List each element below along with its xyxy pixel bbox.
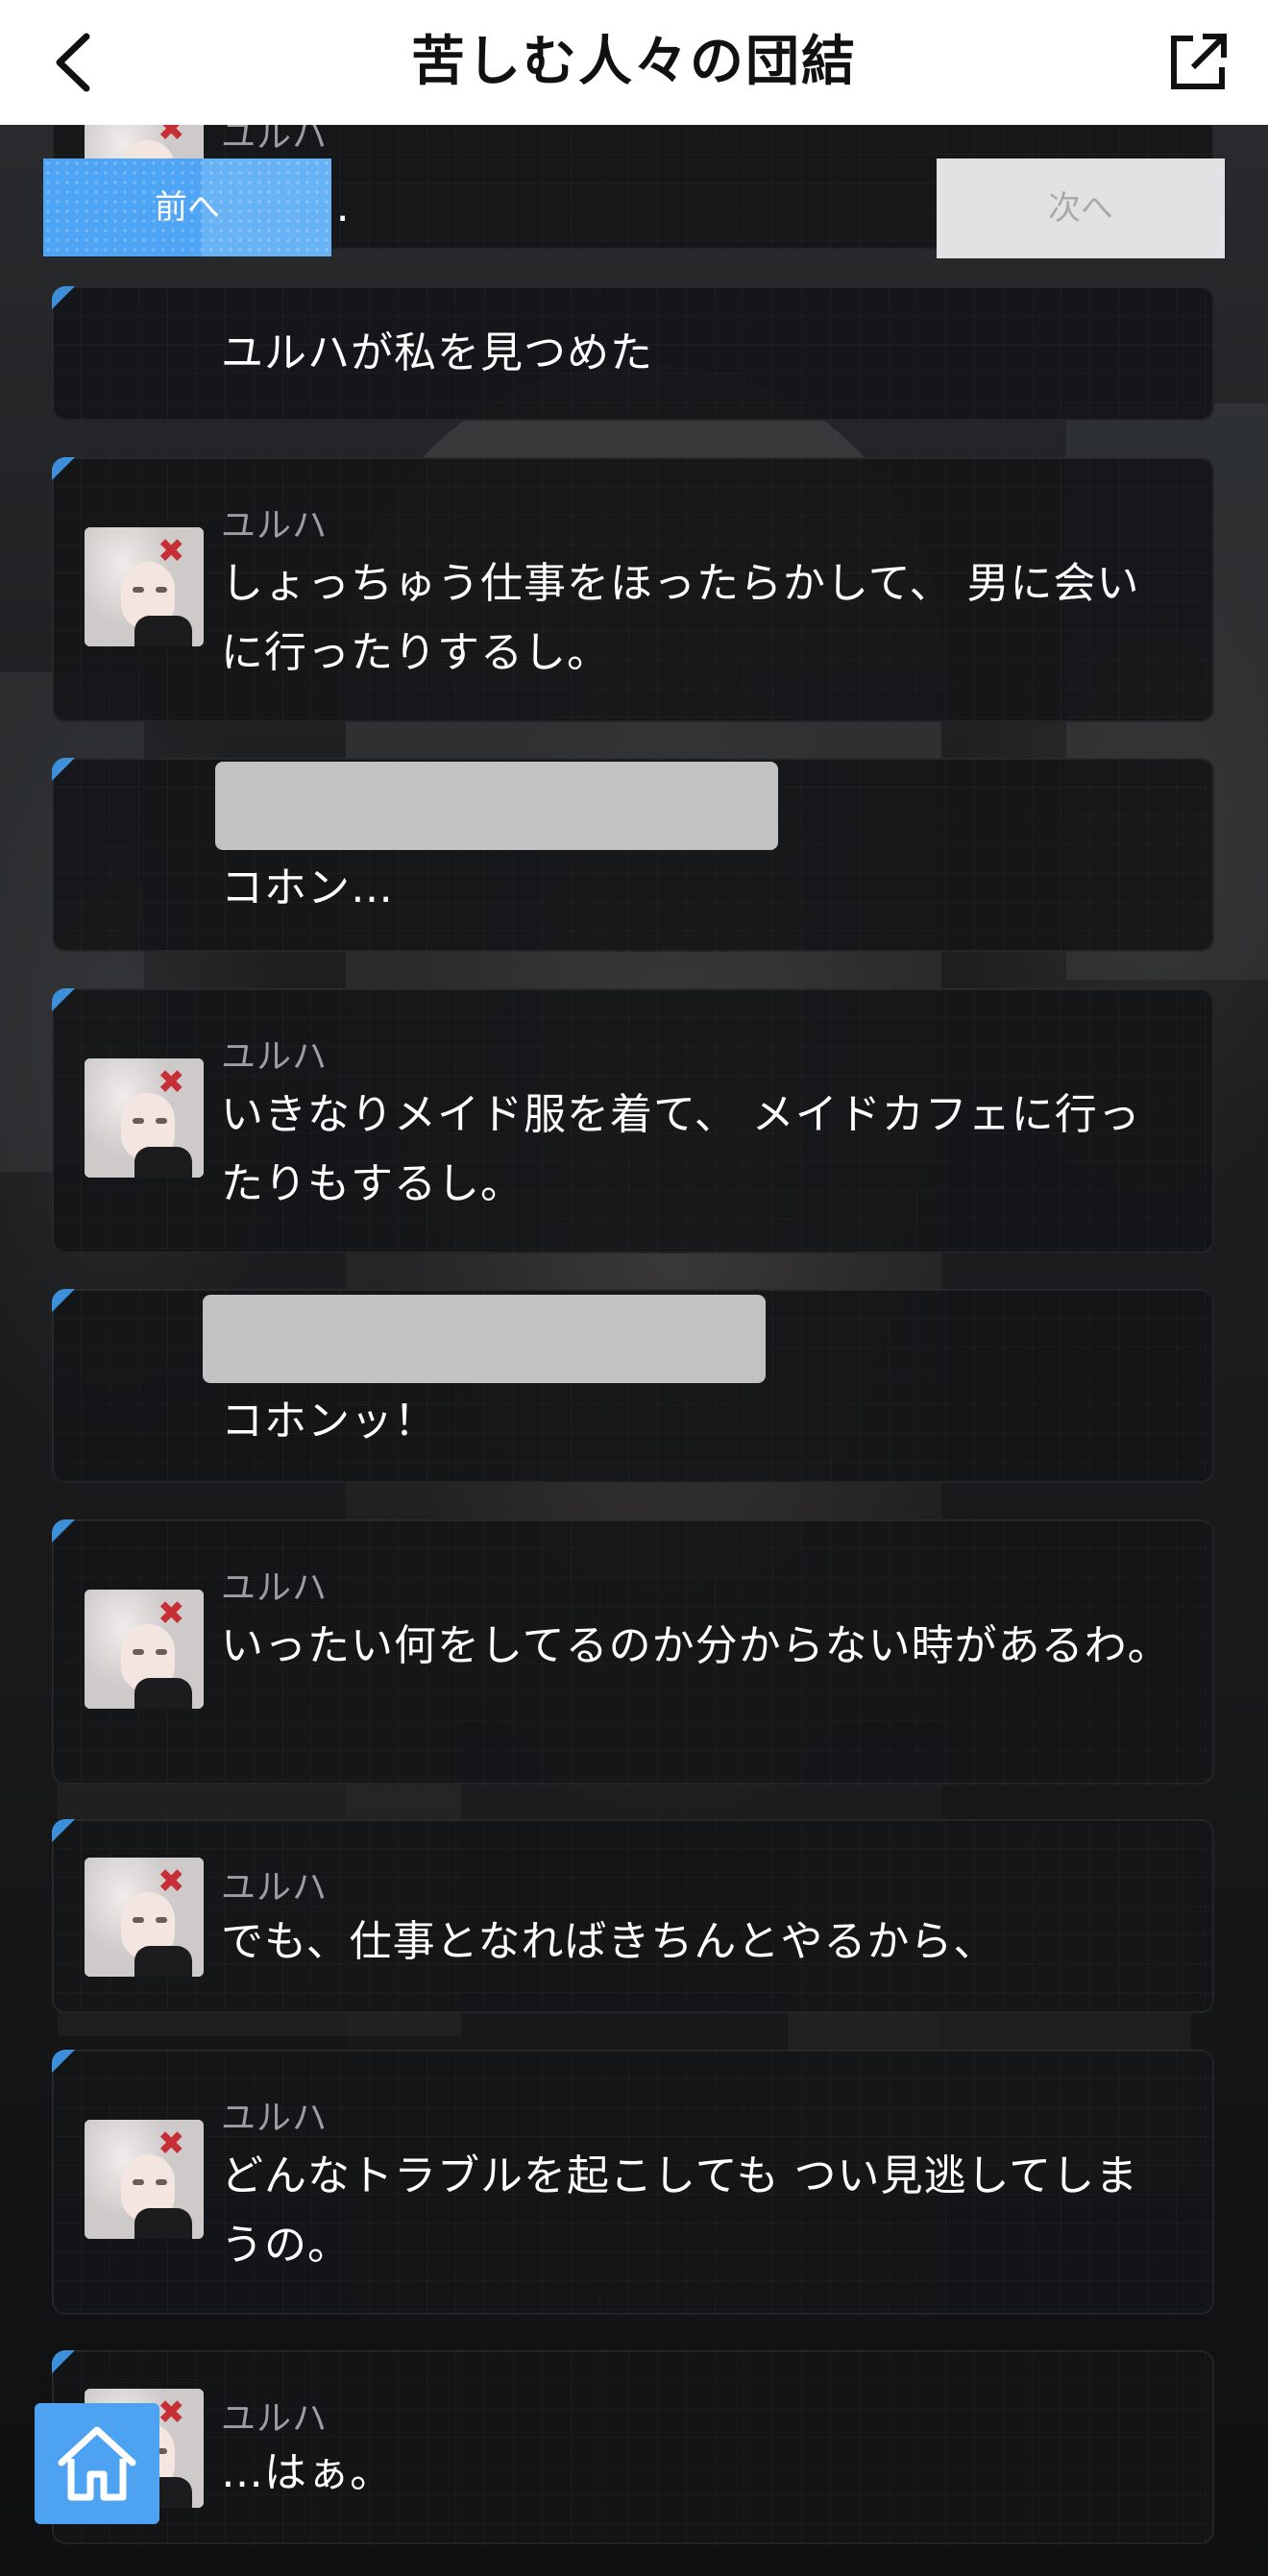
dialogue-card: ✖ ユルハ でも、仕事となればきちんとやるから、 (52, 1819, 1214, 2013)
dialogue-card: ユルハが私を見つめた (52, 286, 1214, 421)
speaker-name: ユルハ (221, 2099, 329, 2138)
dialogue-text: しょっちゅう仕事をほったらかして、 男に会いに行ったりするし。 (221, 559, 1140, 677)
avatar: ✖ (85, 2120, 204, 2239)
dialogue-card: ✖ ユルハ …はぁ。 (52, 2350, 1214, 2544)
dialogue-card: コホン… (52, 758, 1214, 952)
home-icon (58, 2426, 136, 2501)
dialogue-text: コホンッ！ (221, 1397, 437, 1446)
redacted-name-box (203, 1295, 766, 1383)
dialogue-card: ✖ ユルハ どんなトラブルを起こしても つい見逃してしまうの。 (52, 2050, 1214, 2315)
avatar: ✖ (85, 527, 204, 646)
dialogue-text: いきなりメイド服を着て、 メイドカフェに行ったりもするし。 (221, 1090, 1141, 1208)
prev-button[interactable]: 前へ (43, 158, 331, 256)
avatar: ✖ (85, 1590, 204, 1709)
dialogue-text: …はぁ。 (221, 2448, 394, 2497)
chevron-left-icon[interactable] (44, 29, 111, 96)
dialogue-text: でも、仕事となればきちんとやるから、 (221, 1917, 997, 1966)
home-button[interactable] (35, 2403, 159, 2524)
dialogue-text: どんなトラブルを起こしても つい見逃してしまうの。 (221, 2151, 1139, 2270)
dialogue-card: ✖ ユルハ しょっちゅう仕事をほったらかして、 男に会いに行ったりするし。 (52, 457, 1214, 722)
speaker-name: ユルハ (221, 1037, 329, 1077)
dialogue-text: コホン… (221, 863, 394, 912)
speaker-name: ユルハ (221, 506, 329, 546)
dialogue-card: ✖ ユルハ いったい何をしてるのか分からない時があるわ。 (52, 1519, 1214, 1785)
speaker-name: ユルハ (221, 2399, 329, 2439)
dialogue-log: ✖ ユルハ …ど… ユルハが私を見つめた ✖ ユルハ しょっちゅう仕事をほったら… (0, 0, 1268, 2576)
dialogue-card: コホンッ！ (52, 1289, 1214, 1483)
speaker-name: ユルハ (221, 1868, 329, 1908)
speaker-name: ユルハ (221, 1568, 329, 1608)
avatar: ✖ (85, 1858, 204, 1977)
dialogue-card: ✖ ユルハ いきなりメイド服を着て、 メイドカフェに行ったりもするし。 (52, 988, 1214, 1253)
app-header: 苦しむ人々の団結 (0, 0, 1268, 125)
dialogue-text: いったい何をしてるのか分からない時があるわ。 (221, 1621, 1171, 1670)
page-title: 苦しむ人々の団結 (411, 31, 857, 93)
dialogue-text: ユルハが私を見つめた (221, 328, 653, 377)
next-button[interactable]: 次へ (937, 158, 1225, 258)
redacted-name-box (215, 762, 778, 850)
external-link-icon[interactable] (1166, 31, 1230, 94)
avatar: ✖ (85, 1058, 204, 1178)
